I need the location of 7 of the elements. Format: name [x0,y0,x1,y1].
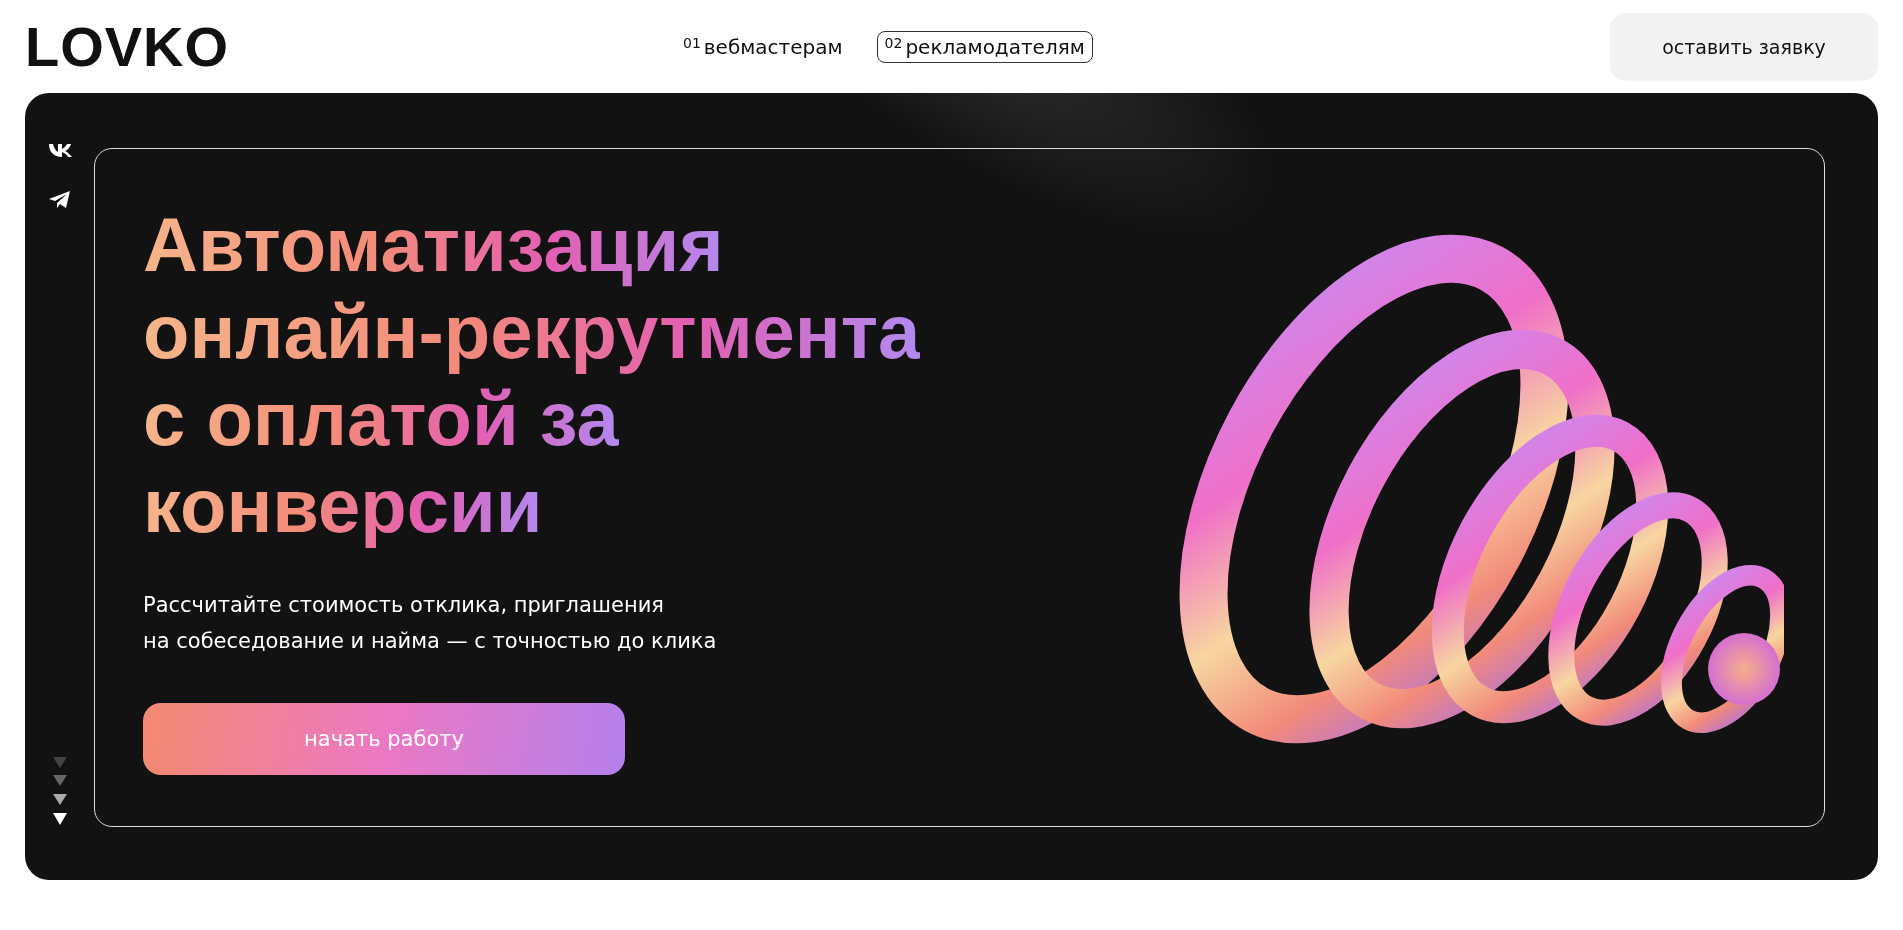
vk-icon[interactable] [47,143,72,157]
subtitle-line: Рассчитайте стоимость отклика, приглашения [143,591,664,619]
subtitle-line: на собеседование и найма — с точностью до клика [143,627,717,655]
logo[interactable]: LOVKO [25,14,675,79]
scroll-arrows-icon[interactable] [51,757,68,825]
send-icon[interactable] [48,191,71,209]
request-button[interactable]: оставить заявку [1610,12,1878,81]
